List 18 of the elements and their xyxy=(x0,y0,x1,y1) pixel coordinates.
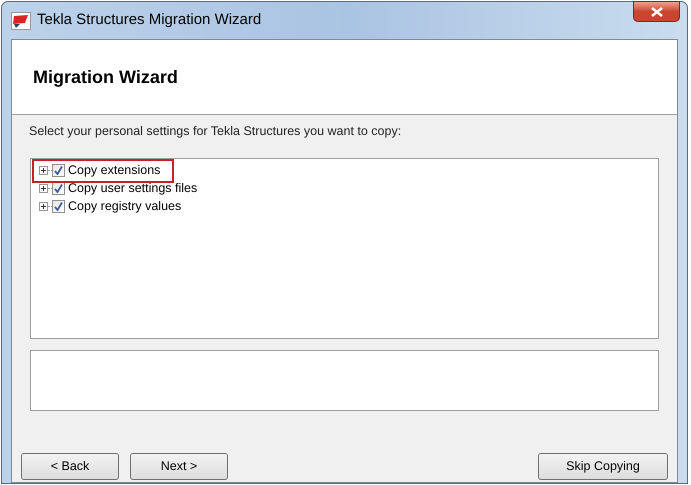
wizard-button[interactable]: Next > xyxy=(130,452,228,480)
wizard-button[interactable]: Skip Copying xyxy=(538,452,668,480)
checkbox[interactable] xyxy=(52,200,65,214)
close-icon xyxy=(650,6,662,16)
checkbox[interactable] xyxy=(52,182,65,196)
tree-item-label[interactable]: Copy extensions xyxy=(68,161,160,180)
checkbox[interactable] xyxy=(52,164,65,178)
instruction-text: Select your personal settings for Tekla Structures you want to copy: xyxy=(29,123,402,140)
tree-item-label[interactable]: Copy user settings files xyxy=(68,179,198,198)
header-title: Migration Wizard xyxy=(33,66,178,89)
expander-icon[interactable] xyxy=(39,166,48,176)
expander-icon[interactable] xyxy=(39,202,48,212)
app-logo-icon xyxy=(11,12,31,30)
wizard-button[interactable]: < Back xyxy=(21,452,119,480)
close-button[interactable] xyxy=(633,1,680,22)
window-title: Tekla Structures Migration Wizard xyxy=(37,10,262,30)
expander-icon[interactable] xyxy=(39,184,48,194)
tree-item-label[interactable]: Copy registry values xyxy=(68,197,182,216)
